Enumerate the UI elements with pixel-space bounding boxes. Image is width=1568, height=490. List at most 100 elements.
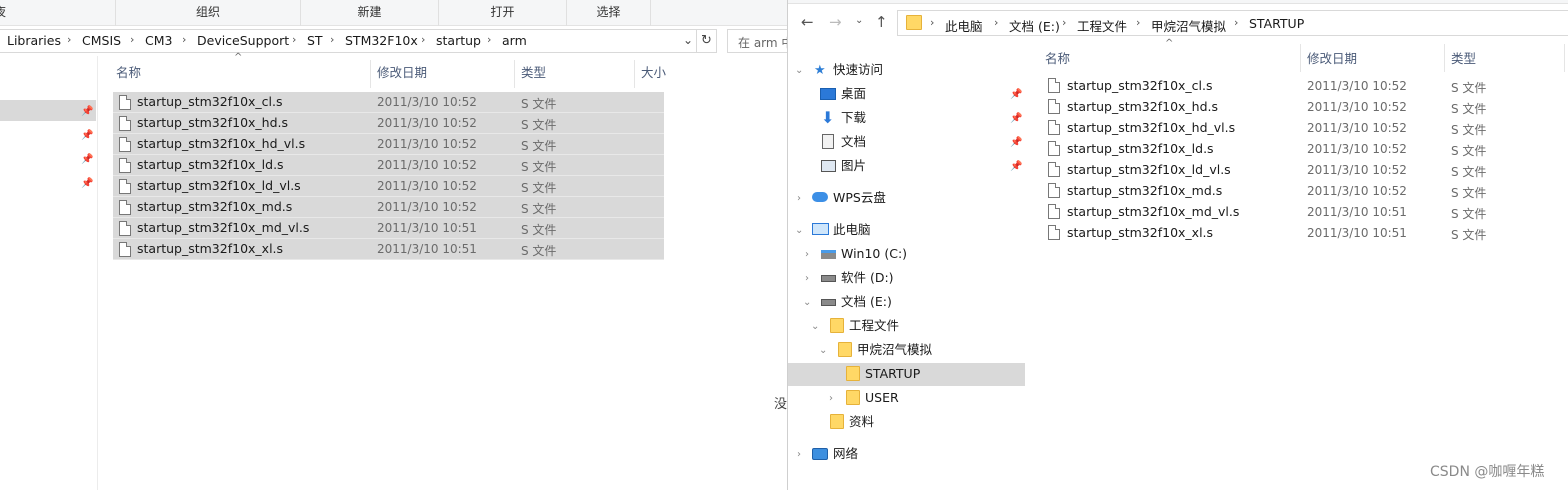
breadcrumb-separator-icon[interactable]: ›	[1136, 16, 1140, 29]
column-divider[interactable]	[370, 60, 371, 88]
pin-icon[interactable]: 📌	[1010, 161, 1022, 172]
tree-item-downloads[interactable]: 下载	[841, 106, 866, 130]
table-row[interactable]: startup_stm32f10x_ld_vl.s 2011/3/10 10:52…	[1048, 160, 1528, 181]
tree-item-desktop[interactable]: 桌面	[841, 82, 866, 106]
column-header-size[interactable]: 大小	[641, 64, 666, 88]
breadcrumb-separator-icon[interactable]: ›	[1062, 16, 1066, 29]
pin-icon[interactable]: 📌	[1010, 89, 1022, 100]
tree-item-drive-e[interactable]: 文档 (E:)	[841, 290, 892, 314]
breadcrumb-cmsis[interactable]: CMSIS	[82, 33, 121, 48]
tree-item-network[interactable]: 网络	[833, 442, 858, 466]
tree-item-user[interactable]: USER	[865, 386, 899, 410]
table-row[interactable]: startup_stm32f10x_hd.s 2011/3/10 10:52 S 文…	[113, 113, 664, 134]
chevron-down-icon[interactable]: ⌄	[795, 65, 803, 76]
chevron-down-icon[interactable]: ⌄	[683, 33, 693, 47]
ribbon-group-select[interactable]: 选择	[566, 0, 650, 26]
pin-icon[interactable]: 📌	[81, 154, 93, 165]
column-divider[interactable]	[1300, 44, 1301, 72]
table-row[interactable]: startup_stm32f10x_xl.s 2011/3/10 10:51 S 文…	[1048, 223, 1528, 244]
chevron-down-icon[interactable]: ⌄	[819, 345, 827, 356]
pin-icon[interactable]: 📌	[1010, 113, 1022, 124]
breadcrumb-project[interactable]: 工程文件	[1077, 16, 1127, 35]
tree-item-this-pc[interactable]: 此电脑	[833, 218, 871, 242]
pin-icon[interactable]: 📌	[81, 106, 93, 117]
pin-icon[interactable]: 📌	[1010, 137, 1022, 148]
table-row[interactable]: startup_stm32f10x_md_vl.s 2011/3/10 10:51…	[113, 218, 664, 239]
table-row[interactable]: startup_stm32f10x_md_vl.s 2011/3/10 10:51…	[1048, 202, 1528, 223]
back-arrow-icon[interactable]: ←	[801, 13, 814, 31]
table-row[interactable]: startup_stm32f10x_cl.s 2011/3/10 10:52 S 文…	[1048, 76, 1528, 97]
tree-item-wps-cloud[interactable]: WPS云盘	[833, 186, 886, 210]
breadcrumb-drive-e[interactable]: 文档 (E:)	[1009, 16, 1060, 35]
table-row[interactable]: startup_stm32f10x_xl.s 2011/3/10 10:51 S 文…	[113, 239, 664, 260]
ribbon-group-organize[interactable]: 组织	[115, 0, 300, 26]
table-row[interactable]: startup_stm32f10x_hd_vl.s 2011/3/10 10:52…	[1048, 118, 1528, 139]
breadcrumb-arm[interactable]: arm	[502, 33, 527, 48]
breadcrumb-cm3[interactable]: CM3	[145, 33, 172, 48]
breadcrumb-separator-icon[interactable]: ›	[487, 33, 491, 46]
refresh-icon[interactable]: ↻	[697, 29, 717, 53]
breadcrumb-separator-icon[interactable]: ›	[182, 33, 186, 46]
column-divider[interactable]	[1444, 44, 1445, 72]
column-header-name[interactable]: 名称	[1045, 48, 1070, 67]
breadcrumb-methane[interactable]: 甲烷沼气模拟	[1151, 16, 1226, 35]
ribbon-group-open[interactable]: 打开	[438, 0, 566, 26]
breadcrumb-separator-icon[interactable]: ›	[421, 33, 425, 46]
address-bar[interactable]: Libraries › CMSIS › CM3 › DeviceSupport …	[0, 29, 697, 53]
breadcrumb-startup[interactable]: startup	[436, 33, 481, 48]
chevron-right-icon[interactable]: ›	[805, 249, 809, 260]
ribbon-group-partial[interactable]: 夜	[0, 0, 12, 26]
breadcrumb-stm32f10x[interactable]: STM32F10x	[345, 33, 418, 48]
breadcrumb-separator-icon[interactable]: ›	[930, 16, 934, 29]
breadcrumb-separator-icon[interactable]: ›	[67, 33, 71, 46]
pin-icon[interactable]: 📌	[81, 130, 93, 141]
chevron-down-icon[interactable]: ⌄	[811, 321, 819, 332]
column-divider[interactable]	[514, 60, 515, 88]
chevron-right-icon[interactable]: ›	[805, 273, 809, 284]
breadcrumb-startup[interactable]: STARTUP	[1249, 16, 1304, 31]
table-row[interactable]: startup_stm32f10x_ld.s 2011/3/10 10:52 S 文…	[1048, 139, 1528, 160]
ribbon-group-new[interactable]: 新建	[300, 0, 438, 26]
recent-chevron-icon[interactable]: ⌄	[855, 15, 863, 26]
breadcrumb-this-pc[interactable]: 此电脑	[945, 16, 983, 35]
column-header-date[interactable]: 修改日期	[377, 64, 427, 88]
breadcrumb-separator-icon[interactable]: ›	[130, 33, 134, 46]
tree-item-methane[interactable]: 甲烷沼气模拟	[857, 338, 932, 362]
table-row[interactable]: startup_stm32f10x_hd.s 2011/3/10 10:52 S 文…	[1048, 97, 1528, 118]
tree-item-drive-c[interactable]: Win10 (C:)	[841, 242, 907, 266]
tree-item-documents[interactable]: 文档	[841, 130, 866, 154]
tree-item-project[interactable]: 工程文件	[849, 314, 899, 338]
table-row[interactable]: startup_stm32f10x_cl.s 2011/3/10 10:52 S 文…	[113, 92, 664, 113]
chevron-down-icon[interactable]: ⌄	[795, 225, 803, 236]
breadcrumb-libraries[interactable]: Libraries	[7, 33, 61, 48]
pin-icon[interactable]: 📌	[81, 178, 93, 189]
breadcrumb-separator-icon[interactable]: ›	[994, 16, 998, 29]
tree-item-data[interactable]: 资料	[849, 410, 874, 434]
column-divider[interactable]	[634, 60, 635, 88]
column-header-name[interactable]: 名称	[116, 64, 141, 88]
column-header-type[interactable]: 类型	[1451, 48, 1476, 67]
table-row[interactable]: startup_stm32f10x_hd_vl.s 2011/3/10 10:52…	[113, 134, 664, 155]
tree-item-quick-access[interactable]: 快速访问	[833, 58, 883, 82]
column-divider[interactable]	[1564, 44, 1565, 72]
tree-item-pictures[interactable]: 图片	[841, 154, 866, 178]
breadcrumb-st[interactable]: ST	[307, 33, 323, 48]
column-header-type[interactable]: 类型	[521, 64, 546, 88]
breadcrumb-separator-icon[interactable]: ›	[1234, 16, 1238, 29]
breadcrumb-separator-icon[interactable]: ›	[330, 33, 334, 46]
tree-item-drive-d[interactable]: 软件 (D:)	[841, 266, 894, 290]
table-row[interactable]: startup_stm32f10x_md.s 2011/3/10 10:52 S 文…	[113, 197, 664, 218]
column-header-date[interactable]: 修改日期	[1307, 48, 1357, 67]
chevron-right-icon[interactable]: ›	[797, 193, 801, 204]
tree-item-startup[interactable]: STARTUP	[865, 362, 920, 386]
search-input[interactable]: 在 arm 中	[727, 29, 787, 53]
chevron-right-icon[interactable]: ›	[797, 449, 801, 460]
forward-arrow-icon[interactable]: →	[829, 13, 842, 31]
chevron-right-icon[interactable]: ›	[829, 393, 833, 404]
address-bar[interactable]: › 此电脑 › 文档 (E:) › 工程文件 › 甲烷沼气模拟 › STARTU…	[897, 10, 1568, 36]
breadcrumb-separator-icon[interactable]: ›	[292, 33, 296, 46]
table-row[interactable]: startup_stm32f10x_ld_vl.s 2011/3/10 10:52…	[113, 176, 664, 197]
up-arrow-icon[interactable]: ↑	[875, 13, 888, 31]
table-row[interactable]: startup_stm32f10x_ld.s 2011/3/10 10:52 S 文…	[113, 155, 664, 176]
table-row[interactable]: startup_stm32f10x_md.s 2011/3/10 10:52 S 文…	[1048, 181, 1528, 202]
